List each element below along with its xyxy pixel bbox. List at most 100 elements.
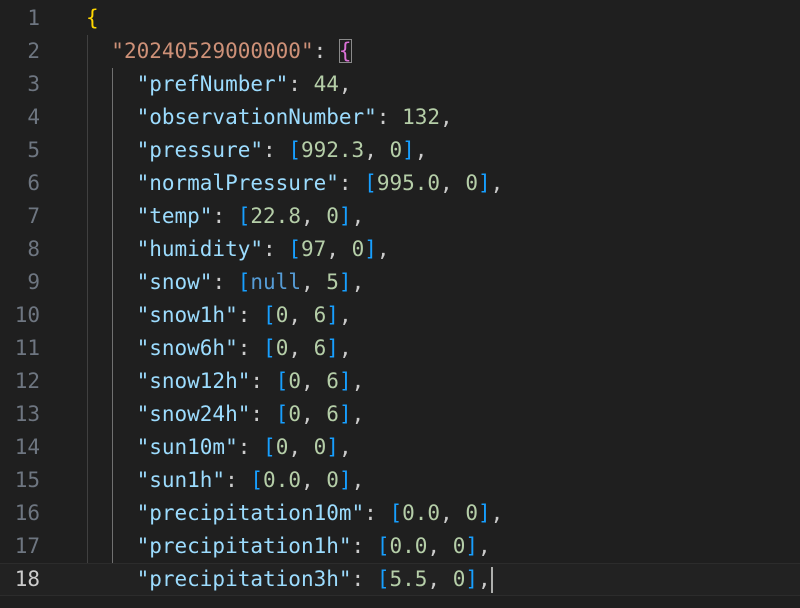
code-text[interactable]: "20240529000000": { [86, 35, 352, 68]
array-close-bracket: ] [364, 237, 377, 261]
code-text[interactable]: "temp": [22.8, 0], [86, 200, 365, 233]
code-line[interactable]: 1{ [0, 2, 800, 35]
line-number: 18 [14, 567, 40, 591]
line-number: 8 [27, 237, 40, 261]
comma: , [440, 105, 453, 129]
colon: : [364, 501, 390, 525]
array-value: 0 [275, 435, 289, 459]
comma: , [300, 270, 327, 294]
code-line[interactable]: 2 "20240529000000": { [0, 35, 800, 68]
colon: : [250, 402, 276, 426]
array-close-bracket: ] [326, 303, 339, 327]
array-value: 0 [452, 567, 466, 591]
code-text[interactable]: "snow1h": [0, 6], [86, 299, 352, 332]
code-text[interactable]: "snow12h": [0, 6], [86, 365, 365, 398]
array-value: 0 [465, 501, 478, 525]
code-text[interactable]: "pressure": [992.3, 0], [86, 134, 428, 167]
line-number: 7 [27, 204, 40, 228]
array-value: 992.3 [300, 138, 365, 162]
array-open-bracket: [ [376, 534, 390, 558]
object-open-brace: { [338, 39, 352, 63]
code-line[interactable]: 7 "temp": [22.8, 0], [0, 200, 800, 233]
array-value: null [250, 270, 301, 294]
code-text[interactable]: "prefNumber": 44, [86, 68, 352, 101]
array-value: 0 [288, 369, 301, 393]
entry-key: "precipitation1h" [136, 534, 352, 558]
code-text[interactable]: "precipitation1h": [0.0, 0], [86, 530, 491, 563]
array-value: 0 [275, 336, 289, 360]
comma: , [338, 336, 352, 360]
comma: , [338, 303, 352, 327]
code-line[interactable]: 4 "observationNumber": 132, [0, 101, 800, 134]
code-text[interactable]: { [86, 2, 99, 35]
array-value: 0 [389, 138, 403, 162]
comma: , [288, 303, 314, 327]
comma: , [427, 534, 453, 558]
code-text[interactable]: "precipitation3h": [5.5, 0], [86, 563, 493, 596]
code-text[interactable]: "precipitation10m": [0.0, 0], [86, 497, 504, 530]
array-value: 6 [313, 336, 327, 360]
code-text[interactable]: "normalPressure": [995.0, 0], [86, 167, 504, 200]
array-value: 0.0 [263, 468, 301, 492]
code-text[interactable]: "sun10m": [0, 0], [86, 431, 352, 464]
array-open-bracket: [ [288, 138, 301, 162]
comma: , [338, 72, 352, 96]
entry-key: "snow" [136, 270, 213, 294]
comma: , [440, 171, 466, 195]
line-number: 17 [14, 534, 40, 558]
array-close-bracket: ] [478, 501, 491, 525]
code-line[interactable]: 17 "precipitation1h": [0.0, 0], [0, 530, 800, 563]
code-text[interactable]: "snow24h": [0, 6], [86, 398, 365, 431]
code-text[interactable]: "sun1h": [0.0, 0], [86, 464, 365, 497]
comma: , [351, 402, 365, 426]
line-number: 1 [27, 6, 40, 30]
comma: , [300, 402, 327, 426]
entry-key: "snow12h" [136, 369, 251, 393]
code-line[interactable]: 11 "snow6h": [0, 6], [0, 332, 800, 365]
line-number: 6 [27, 171, 40, 195]
array-open-bracket: [ [389, 501, 403, 525]
code-line[interactable]: 5 "pressure": [992.3, 0], [0, 134, 800, 167]
code-line[interactable]: 18 "precipitation3h": [5.5, 0], [0, 563, 800, 596]
code-line[interactable]: 14 "sun10m": [0, 0], [0, 431, 800, 464]
code-line[interactable]: 12 "snow12h": [0, 6], [0, 365, 800, 398]
array-value: 6 [326, 369, 339, 393]
code-line[interactable]: 13 "snow24h": [0, 6], [0, 398, 800, 431]
entry-key: "precipitation3h" [136, 567, 352, 591]
line-number: 2 [27, 39, 40, 63]
array-open-bracket: [ [237, 270, 251, 294]
code-line[interactable]: 10 "snow1h": [0, 6], [0, 299, 800, 332]
array-close-bracket: ] [326, 336, 339, 360]
code-text[interactable]: "observationNumber": 132, [86, 101, 453, 134]
entry-key: "observationNumber" [136, 105, 377, 129]
comma: , [326, 237, 352, 261]
code-line[interactable]: 9 "snow": [null, 5], [0, 266, 800, 299]
code-line[interactable]: 6 "normalPressure": [995.0, 0], [0, 167, 800, 200]
colon: : [212, 270, 238, 294]
line-number: 13 [14, 402, 40, 426]
code-line[interactable]: 15 "sun1h": [0.0, 0], [0, 464, 800, 497]
root-open-brace: { [86, 6, 99, 30]
entry-key: "sun1h" [136, 468, 226, 492]
entry-key: "snow6h" [136, 336, 238, 360]
code-text[interactable]: "humidity": [97, 0], [86, 233, 390, 266]
comma: , [300, 204, 327, 228]
entry-value: 44 [313, 72, 339, 96]
colon: : [338, 171, 365, 195]
array-open-bracket: [ [364, 171, 377, 195]
array-value: 995.0 [376, 171, 441, 195]
colon: : [263, 138, 289, 162]
comma: , [490, 501, 504, 525]
code-line[interactable]: 3 "prefNumber": 44, [0, 68, 800, 101]
entry-key: "precipitation10m" [136, 501, 365, 525]
comma: , [351, 468, 365, 492]
comma: , [288, 435, 314, 459]
array-close-bracket: ] [338, 204, 352, 228]
code-text[interactable]: "snow6h": [0, 6], [86, 332, 352, 365]
array-open-bracket: [ [288, 237, 301, 261]
code-line[interactable]: 16 "precipitation10m": [0.0, 0], [0, 497, 800, 530]
code-editor[interactable]: 1{2 "20240529000000": {3 "prefNumber": 4… [0, 0, 800, 608]
code-text[interactable]: "snow": [null, 5], [86, 266, 365, 299]
array-value: 0.0 [389, 534, 428, 558]
code-line[interactable]: 8 "humidity": [97, 0], [0, 233, 800, 266]
